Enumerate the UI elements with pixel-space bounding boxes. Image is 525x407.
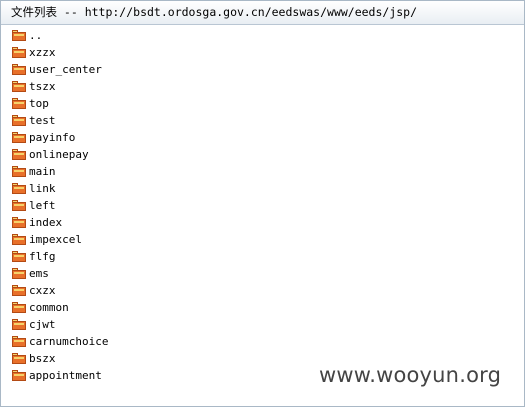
file-browser-window: 文件列表 -- http://bsdt.ordosga.gov.cn/eedsw… [0,0,525,407]
folder-icon [12,132,26,143]
folder-item[interactable]: link [12,180,108,197]
folder-name-link[interactable]: carnumchoice [29,333,108,350]
folder-icon [12,149,26,160]
folder-item[interactable]: tszx [12,78,108,95]
folder-item[interactable]: main [12,163,108,180]
folder-name-link[interactable]: flfg [29,248,56,265]
folder-name-link[interactable]: tszx [29,78,56,95]
folder-icon [12,234,26,245]
folder-name-link[interactable]: link [29,180,56,197]
folder-name-link[interactable]: payinfo [29,129,75,146]
folder-icon [12,30,26,41]
folder-name-link[interactable]: appointment [29,367,102,384]
folder-icon [12,353,26,364]
folder-icon [12,47,26,58]
folder-icon [12,370,26,381]
folder-item[interactable]: flfg [12,248,108,265]
folder-icon [12,115,26,126]
folder-icon [12,336,26,347]
folder-icon [12,268,26,279]
folder-item[interactable]: payinfo [12,129,108,146]
folder-item[interactable]: appointment [12,367,108,384]
folder-item[interactable]: cxzx [12,282,108,299]
folder-name-link[interactable]: cjwt [29,316,56,333]
folder-name-link[interactable]: test [29,112,56,129]
folder-icon [12,217,26,228]
folder-icon [12,251,26,262]
folder-icon [12,319,26,330]
folder-name-link[interactable]: impexcel [29,231,82,248]
folder-icon [12,200,26,211]
folder-item[interactable]: ems [12,265,108,282]
folder-name-link[interactable]: user_center [29,61,102,78]
folder-name-link[interactable]: .. [29,27,42,44]
folder-icon [12,183,26,194]
folder-item[interactable]: bszx [12,350,108,367]
folder-item[interactable]: index [12,214,108,231]
folder-name-link[interactable]: xzzx [29,44,56,61]
folder-item[interactable]: user_center [12,61,108,78]
file-list-title: 文件列表 -- http://bsdt.ordosga.gov.cn/eedsw… [1,1,524,25]
watermark-text: www.wooyun.org [319,363,502,387]
folder-name-link[interactable]: left [29,197,56,214]
file-list: .. xzzx user_center tszx top test payinfo onlin… [12,27,108,384]
folder-item[interactable]: impexcel [12,231,108,248]
folder-icon [12,166,26,177]
folder-name-link[interactable]: top [29,95,49,112]
folder-item[interactable]: top [12,95,108,112]
folder-name-link[interactable]: onlinepay [29,146,89,163]
folder-icon [12,302,26,313]
folder-item[interactable]: test [12,112,108,129]
folder-name-link[interactable]: main [29,163,56,180]
folder-item[interactable]: xzzx [12,44,108,61]
folder-name-link[interactable]: bszx [29,350,56,367]
folder-item[interactable]: cjwt [12,316,108,333]
folder-icon [12,98,26,109]
folder-name-link[interactable]: common [29,299,69,316]
folder-icon [12,64,26,75]
folder-item[interactable]: onlinepay [12,146,108,163]
folder-item[interactable]: left [12,197,108,214]
folder-item[interactable]: carnumchoice [12,333,108,350]
folder-item[interactable]: common [12,299,108,316]
folder-name-link[interactable]: ems [29,265,49,282]
folder-item[interactable]: .. [12,27,108,44]
folder-icon [12,285,26,296]
folder-icon [12,81,26,92]
folder-name-link[interactable]: index [29,214,62,231]
folder-name-link[interactable]: cxzx [29,282,56,299]
